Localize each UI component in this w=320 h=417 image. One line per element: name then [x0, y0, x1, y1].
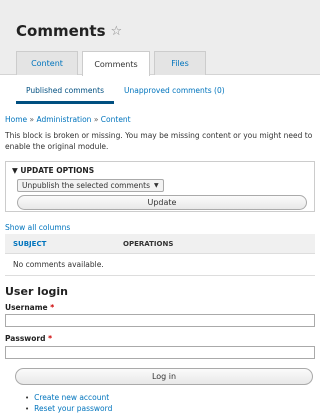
- tab-content[interactable]: Content: [16, 51, 78, 75]
- update-options-fieldset: ▼ UPDATE OPTIONS Unpublish the selected …: [5, 161, 315, 212]
- password-input[interactable]: [5, 346, 315, 359]
- table-empty-row: No comments available.: [5, 254, 315, 276]
- select-value: Unpublish the selected comments: [22, 181, 151, 190]
- breadcrumb-content[interactable]: Content: [101, 115, 131, 124]
- list-item: • Create new account: [25, 392, 112, 403]
- breadcrumb-separator: »: [29, 115, 35, 124]
- password-label-text: Password: [5, 334, 46, 343]
- bulk-action-select[interactable]: Unpublish the selected comments ▼: [17, 179, 164, 192]
- update-options-legend[interactable]: ▼ UPDATE OPTIONS: [12, 166, 308, 175]
- user-login-title: User login: [5, 285, 68, 298]
- table-header: SUBJECT OPERATIONS: [5, 234, 315, 254]
- login-button[interactable]: Log in: [15, 368, 313, 385]
- reset-password-link[interactable]: Reset your password: [34, 404, 112, 413]
- list-item: • Reset your password: [25, 403, 112, 414]
- chevron-down-icon: ▼: [154, 182, 159, 189]
- star-icon[interactable]: ☆: [111, 24, 123, 39]
- login-links: • Create new account • Reset your passwo…: [25, 392, 112, 414]
- primary-tabs: Content Comments Files: [16, 51, 210, 76]
- tab-published-comments[interactable]: Published comments: [16, 84, 115, 104]
- column-subject[interactable]: SUBJECT: [13, 240, 123, 248]
- tab-unapproved-comments[interactable]: Unapproved comments (0): [114, 84, 235, 104]
- tab-files[interactable]: Files: [154, 51, 206, 75]
- breadcrumb-administration[interactable]: Administration: [37, 115, 92, 124]
- username-label-text: Username: [5, 303, 48, 312]
- bullet-icon: •: [25, 404, 30, 413]
- breadcrumb-separator: »: [93, 115, 99, 124]
- password-label: Password *: [5, 334, 52, 343]
- column-operations: OPERATIONS: [123, 239, 174, 248]
- broken-block-notice: This block is broken or missing. You may…: [5, 131, 313, 151]
- update-button[interactable]: Update: [17, 195, 307, 210]
- breadcrumb: Home » Administration » Content: [5, 115, 131, 124]
- show-all-columns-link[interactable]: Show all columns: [5, 223, 70, 232]
- username-input[interactable]: [5, 314, 315, 327]
- breadcrumb-home[interactable]: Home: [5, 115, 27, 124]
- required-marker: *: [48, 334, 52, 343]
- create-account-link[interactable]: Create new account: [34, 393, 109, 402]
- tab-comments[interactable]: Comments: [82, 51, 150, 76]
- comments-table: SUBJECT OPERATIONS No comments available…: [5, 234, 315, 276]
- title-row: Comments ☆: [16, 22, 122, 40]
- bullet-icon: •: [25, 393, 30, 402]
- page-title: Comments: [16, 22, 106, 40]
- username-label: Username *: [5, 303, 54, 312]
- secondary-tabs: Published comments Unapproved comments (…: [16, 84, 235, 104]
- page-header: Comments ☆ Content Comments Files: [0, 0, 320, 76]
- required-marker: *: [50, 303, 55, 312]
